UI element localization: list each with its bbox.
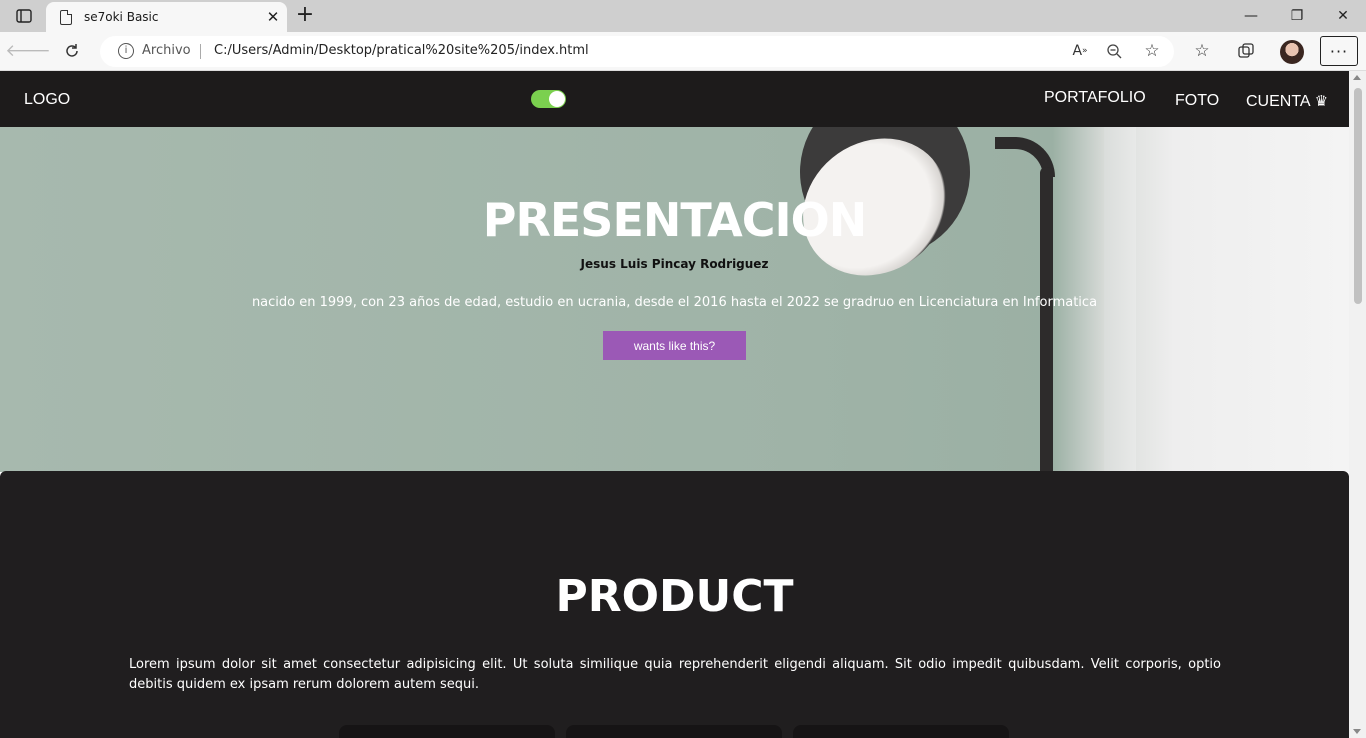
- address-label: Archivo: [142, 43, 191, 58]
- theme-toggle[interactable]: [531, 90, 566, 108]
- scroll-down-arrow-icon[interactable]: [1353, 729, 1361, 734]
- document-icon: [60, 9, 72, 25]
- page-viewport: LOGO PORTAFOLIO FOTO CUENTA ♛ PRESENTACIO…: [0, 71, 1349, 738]
- restore-button[interactable]: ❐: [1274, 0, 1320, 32]
- url-text[interactable]: C:/Users/Admin/Desktop/pratical%20site%2…: [214, 43, 589, 58]
- zoom-out-icon[interactable]: [1100, 37, 1128, 65]
- nav-link-cuenta[interactable]: CUENTA ♛: [1246, 92, 1328, 111]
- browser-tab-strip: se7oki Basic ✕ + — ❐ ✕: [0, 0, 1366, 32]
- site-navbar: LOGO PORTAFOLIO FOTO CUENTA ♛: [0, 71, 1349, 127]
- tab-actions-icon[interactable]: [10, 6, 38, 26]
- more-icon[interactable]: ···: [1320, 36, 1358, 66]
- product-card[interactable]: [566, 725, 782, 738]
- hero-title: PRESENTACION: [482, 193, 868, 247]
- add-favorite-icon[interactable]: ☆: [1138, 37, 1166, 65]
- wants-like-this-button[interactable]: wants like this?: [603, 331, 746, 360]
- tab-close-button[interactable]: ✕: [259, 8, 287, 26]
- info-icon[interactable]: i: [118, 43, 134, 59]
- nav-link-portafolio[interactable]: PORTAFOLIO: [1044, 89, 1146, 107]
- site-logo[interactable]: LOGO: [24, 91, 70, 109]
- address-bar[interactable]: i Archivo C:/Users/Admin/Desktop/pratica…: [100, 36, 1174, 67]
- back-icon[interactable]: 🡐: [5, 37, 51, 65]
- close-window-button[interactable]: ✕: [1320, 0, 1366, 32]
- product-title: PRODUCT: [555, 571, 794, 622]
- refresh-icon[interactable]: [58, 37, 86, 65]
- page-scrollbar[interactable]: [1349, 71, 1366, 738]
- product-section: PRODUCT Lorem ipsum dolor sit amet conse…: [0, 471, 1349, 738]
- product-card[interactable]: [793, 725, 1009, 738]
- scroll-up-arrow-icon[interactable]: [1353, 75, 1361, 80]
- crown-icon: ♛: [1314, 93, 1329, 110]
- nav-link-cuenta-label: CUENTA: [1246, 93, 1311, 110]
- profile-avatar[interactable]: [1280, 40, 1304, 64]
- new-tab-button[interactable]: +: [293, 4, 317, 28]
- address-separator: [200, 44, 201, 59]
- product-card[interactable]: [339, 725, 555, 738]
- browser-tab[interactable]: se7oki Basic ✕: [46, 2, 287, 32]
- collections-icon[interactable]: [1232, 37, 1260, 65]
- hero-description: nacido en 1999, con 23 años de edad, est…: [251, 295, 1098, 310]
- scroll-thumb[interactable]: [1354, 88, 1362, 304]
- hero-section: PRESENTACION Jesus Luis Pincay Rodriguez…: [0, 127, 1349, 472]
- hero-name: Jesus Luis Pincay Rodriguez: [580, 257, 769, 271]
- tab-title: se7oki Basic: [84, 10, 159, 24]
- favorites-icon[interactable]: ☆: [1188, 37, 1216, 65]
- read-aloud-icon[interactable]: A»: [1066, 37, 1094, 65]
- browser-toolbar: 🡐 i Archivo C:/Users/Admin/Desktop/prati…: [0, 32, 1366, 71]
- toggle-knob: [549, 91, 565, 107]
- minimize-button[interactable]: —: [1228, 0, 1274, 32]
- nav-link-foto[interactable]: FOTO: [1175, 92, 1219, 110]
- product-text: Lorem ipsum dolor sit amet consectetur a…: [129, 657, 1221, 692]
